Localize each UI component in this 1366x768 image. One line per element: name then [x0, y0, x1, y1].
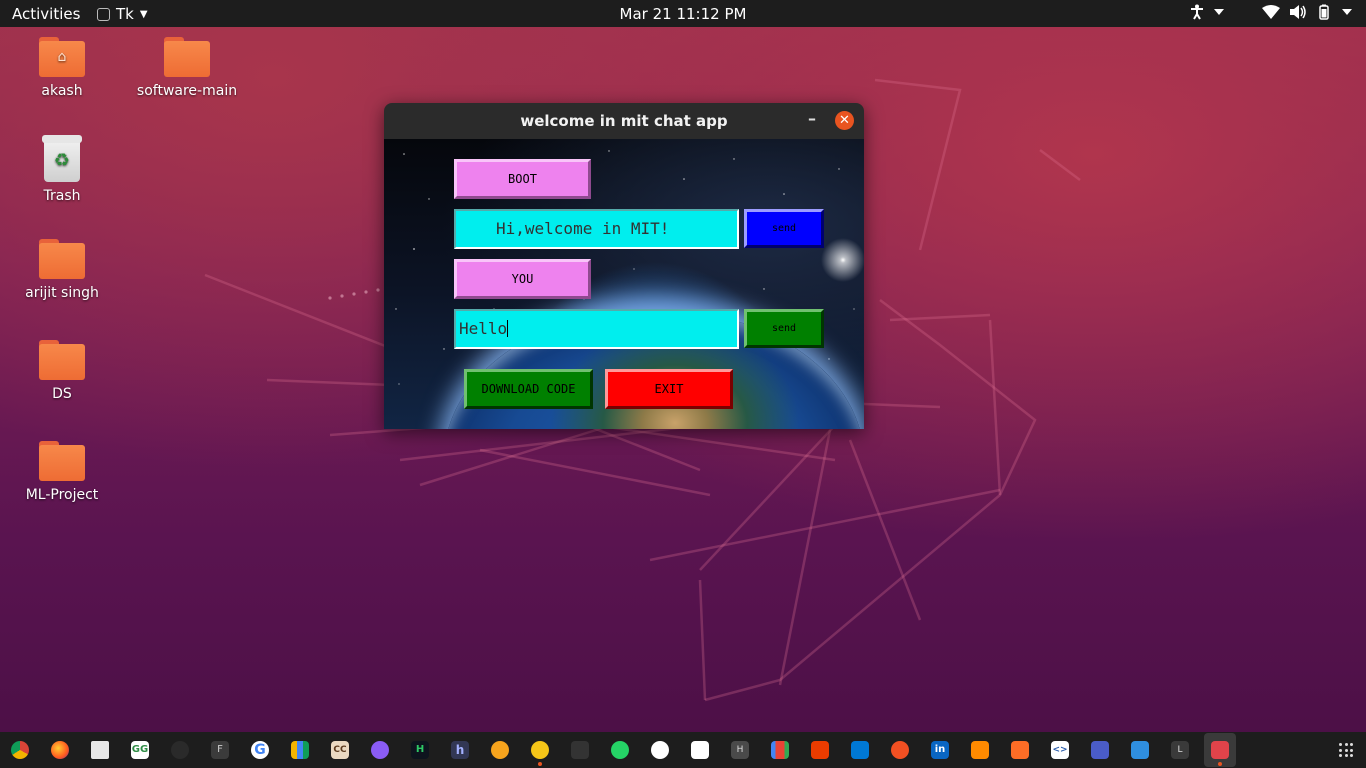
chevron-down-icon: ▼ — [139, 8, 148, 20]
boot-message-field[interactable]: Hi,welcome in MIT! — [454, 209, 739, 249]
clock[interactable]: Mar 21 11:12 PM — [620, 5, 747, 23]
running-indicator — [538, 762, 542, 766]
google-icon[interactable]: G — [251, 741, 269, 759]
window-titlebar[interactable]: welcome in mit chat app – ✕ — [384, 103, 864, 139]
desktop-icon-arijit-singh[interactable]: arijit singh — [7, 239, 117, 301]
battery-icon[interactable] — [1316, 4, 1332, 20]
codechef-icon[interactable]: CC — [331, 741, 349, 759]
python-icon[interactable] — [531, 741, 549, 759]
desktop-icon-label: software-main — [136, 83, 238, 99]
desktop-icon-label: ML-Project — [25, 487, 99, 503]
desktop-icon-label: arijit singh — [25, 285, 99, 301]
download-code-button[interactable]: DOWNLOAD CODE — [464, 369, 593, 409]
window-title: welcome in mit chat app — [520, 112, 728, 130]
github-icon[interactable] — [651, 741, 669, 759]
firefox-icon[interactable] — [51, 741, 69, 759]
cloud-icon[interactable] — [891, 741, 909, 759]
minimize-button[interactable]: – — [802, 109, 822, 128]
text-cursor — [507, 320, 509, 337]
pinned-app-icon[interactable] — [571, 741, 589, 759]
hackerearth-icon[interactable]: h — [451, 741, 469, 759]
folder-icon — [39, 340, 85, 380]
app-menu[interactable]: Tk ▼ — [97, 5, 148, 23]
you-label-button[interactable]: YOU — [454, 259, 591, 299]
desktop-icon-label: akash — [41, 83, 83, 99]
chat-app-window: welcome in mit chat app – ✕ BOOT Hi,welc… — [384, 103, 864, 429]
gmail-icon[interactable] — [771, 741, 789, 759]
desktop-icon-ds[interactable]: DS — [7, 340, 117, 402]
wifi-icon[interactable] — [1262, 5, 1280, 19]
gitlab-icon[interactable] — [1011, 741, 1029, 759]
upload-icon[interactable] — [971, 741, 989, 759]
user-message-text: Hello — [459, 319, 508, 338]
system-tray[interactable] — [1190, 4, 1352, 20]
charts-icon[interactable] — [291, 741, 309, 759]
coding-ninjas-icon[interactable] — [491, 741, 509, 759]
activities-button[interactable]: Activities — [12, 5, 80, 23]
desktop-icon-label: DS — [52, 386, 72, 402]
boot-message-text: Hi,welcome in MIT! — [496, 219, 670, 238]
files-icon[interactable] — [91, 741, 109, 759]
boot-label-button[interactable]: BOOT — [454, 159, 591, 199]
desktop-icon-ml-project[interactable]: ML-Project — [7, 441, 117, 503]
desktop-icon-akash[interactable]: ⌂ akash — [7, 37, 117, 99]
top-bar: Activities Tk ▼ Mar 21 11:12 PM — [0, 0, 1366, 27]
desktop-icon-software-main[interactable]: software-main — [132, 37, 242, 99]
home-folder-icon: ⌂ — [39, 37, 85, 77]
stocks-icon[interactable] — [691, 741, 709, 759]
screen-recorder-icon[interactable] — [1211, 741, 1229, 759]
tk-app-icon — [97, 7, 110, 21]
running-indicator — [1218, 762, 1222, 766]
linkedin-icon[interactable]: in — [931, 741, 949, 759]
cpu-icon[interactable] — [1091, 741, 1109, 759]
outlook-icon[interactable] — [851, 741, 869, 759]
chevron-down-icon[interactable] — [1214, 8, 1224, 16]
app-menu-label: Tk — [116, 5, 134, 23]
whatsapp-icon[interactable] — [611, 741, 629, 759]
office-icon[interactable] — [811, 741, 829, 759]
h-app-icon[interactable]: H — [731, 741, 749, 759]
volume-icon[interactable] — [1290, 5, 1306, 19]
vscode-icon[interactable] — [1131, 741, 1149, 759]
accessibility-icon[interactable] — [1190, 4, 1204, 20]
folder-icon — [39, 441, 85, 481]
send-button-boot[interactable]: send — [744, 209, 824, 248]
desktop-icon-trash[interactable]: ♻ Trash — [7, 135, 117, 204]
desktop-icon-label: Trash — [43, 188, 81, 204]
folder-icon — [164, 37, 210, 77]
dock — [0, 732, 1366, 768]
exit-button[interactable]: EXIT — [605, 369, 733, 409]
chevron-down-icon[interactable] — [1342, 8, 1352, 16]
f-app-icon[interactable]: F — [211, 741, 229, 759]
mongodb-compass-icon[interactable] — [371, 741, 389, 759]
folder-icon — [39, 239, 85, 279]
l-app-icon[interactable]: L — [1171, 741, 1189, 759]
geeksforgeeks-icon[interactable]: GG — [131, 741, 149, 759]
github-desktop-icon[interactable] — [171, 741, 189, 759]
chrome-icon[interactable] — [11, 741, 29, 759]
user-message-input[interactable]: Hello — [454, 309, 739, 349]
apps-grid-icon[interactable] — [1339, 743, 1353, 757]
code-editor-icon[interactable]: <> — [1051, 741, 1069, 759]
send-button-user[interactable]: send — [744, 309, 824, 348]
hackerrank-icon[interactable]: H — [411, 741, 429, 759]
close-button[interactable]: ✕ — [835, 111, 854, 130]
trash-icon: ♻ — [42, 135, 82, 182]
